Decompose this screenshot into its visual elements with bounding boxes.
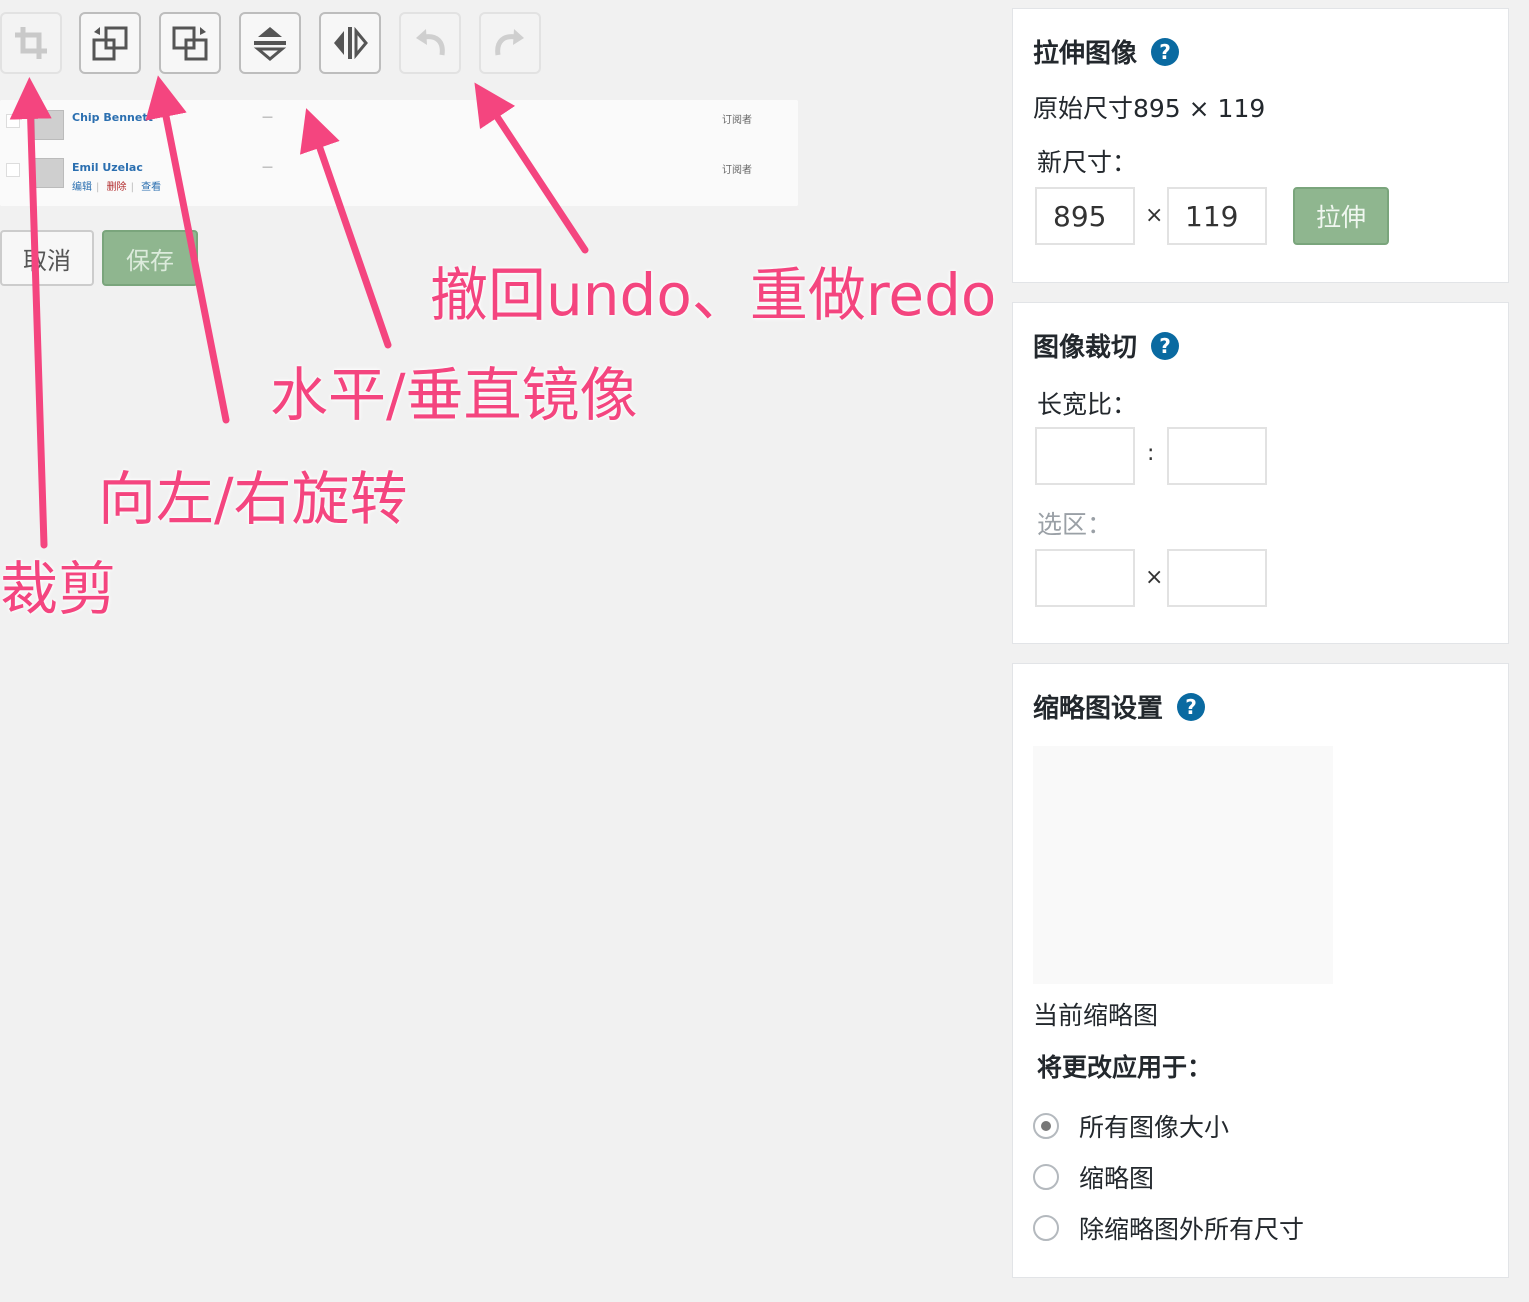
rotate-left-button[interactable] xyxy=(79,12,141,74)
radio-all-except-thumbnail[interactable]: 除缩略图外所有尺寸 xyxy=(1033,1210,1304,1246)
rotate-left-icon xyxy=(92,26,128,61)
panel-title: 图像裁切 ? xyxy=(1033,327,1180,364)
current-thumbnail xyxy=(1033,746,1333,984)
flip-vertical-icon xyxy=(253,27,287,61)
times-separator: × xyxy=(1145,565,1164,590)
flip-horizontal-button[interactable] xyxy=(319,12,381,74)
user-role: 订阅者 xyxy=(722,115,752,126)
selection-width-input[interactable] xyxy=(1035,549,1135,607)
selection-label: 选区： xyxy=(1037,510,1113,539)
preview-row: Emil Uzelac — 订阅者 编辑 | 删除 | 查看 xyxy=(0,158,798,198)
cancel-button[interactable]: 取消 xyxy=(0,230,94,286)
user-dash: — xyxy=(262,110,273,123)
annotation-rotate: 向左/右旋转 xyxy=(98,465,408,533)
row-actions: 编辑 | 删除 | 查看 xyxy=(72,178,165,193)
user-dash: — xyxy=(262,160,273,173)
scale-button[interactable]: 拉伸 xyxy=(1293,187,1389,245)
thumbnail-settings-panel: 缩略图设置 ? 当前缩略图 将更改应用于： 所有图像大小 缩略图 除缩略图外所有… xyxy=(1012,663,1509,1278)
scale-image-panel: 拉伸图像 ? 原始尺寸895 × 119 新尺寸： 895 × 119 拉伸 xyxy=(1012,8,1509,283)
edit-link: 编辑 xyxy=(72,182,92,193)
crop-icon xyxy=(15,27,47,59)
apply-to-label: 将更改应用于： xyxy=(1037,1053,1213,1082)
annotation-crop: 裁剪 xyxy=(0,555,117,623)
panel-title: 拉伸图像 ? xyxy=(1033,33,1180,70)
panel-title: 缩略图设置 ? xyxy=(1033,688,1206,725)
aspect-ratio-label: 长宽比： xyxy=(1037,390,1138,419)
current-thumbnail-label: 当前缩略图 xyxy=(1033,1001,1159,1030)
aspect-ratio-width-input[interactable] xyxy=(1035,427,1135,485)
image-crop-panel: 图像裁切 ? 长宽比： : 选区： × xyxy=(1012,302,1509,644)
radio-label: 除缩略图外所有尺寸 xyxy=(1079,1215,1305,1244)
undo-icon xyxy=(416,29,445,56)
preview-row: Chip Bennett — 订阅者 xyxy=(0,108,798,148)
radio-label: 所有图像大小 xyxy=(1079,1113,1230,1142)
ratio-separator: : xyxy=(1147,441,1155,466)
aspect-ratio-height-input[interactable] xyxy=(1167,427,1267,485)
annotation-mirror: 水平/垂直镜像 xyxy=(270,361,638,429)
radio-button[interactable] xyxy=(1033,1164,1059,1190)
flip-horizontal-icon xyxy=(334,26,368,60)
radio-label: 缩略图 xyxy=(1079,1164,1155,1193)
user-name: Chip Bennett xyxy=(72,111,153,124)
radio-button[interactable] xyxy=(1033,1215,1059,1241)
row-checkbox xyxy=(6,163,20,177)
new-size-label: 新尺寸： xyxy=(1037,148,1138,177)
undo-button[interactable] xyxy=(399,12,461,74)
help-icon[interactable]: ? xyxy=(1151,331,1180,360)
avatar xyxy=(34,158,64,188)
redo-icon xyxy=(495,29,524,56)
help-icon[interactable]: ? xyxy=(1151,37,1180,66)
scale-width-input[interactable]: 895 xyxy=(1035,187,1135,245)
radio-button[interactable] xyxy=(1033,1113,1059,1139)
rotate-right-icon xyxy=(172,26,208,61)
help-icon[interactable]: ? xyxy=(1177,692,1206,721)
image-preview: Chip Bennett — 订阅者 Emil Uzelac — 订阅者 编辑 |… xyxy=(0,100,798,206)
rotate-right-button[interactable] xyxy=(159,12,221,74)
scale-title: 拉伸图像 xyxy=(1033,39,1138,69)
save-button[interactable]: 保存 xyxy=(102,230,198,286)
scale-height-input[interactable]: 119 xyxy=(1167,187,1267,245)
user-name: Emil Uzelac xyxy=(72,161,143,174)
redo-button[interactable] xyxy=(479,12,541,74)
flip-vertical-button[interactable] xyxy=(239,12,301,74)
view-link: 查看 xyxy=(141,182,162,193)
selection-height-input[interactable] xyxy=(1167,549,1267,607)
separator: | xyxy=(96,182,100,193)
annotation-undo-redo: 撤回undo、重做redo xyxy=(430,261,997,329)
original-size: 原始尺寸895 × 119 xyxy=(1033,94,1266,123)
thumb-title: 缩略图设置 xyxy=(1033,694,1164,724)
delete-link: 删除 xyxy=(106,182,127,193)
row-checkbox xyxy=(6,114,20,128)
crop-button[interactable] xyxy=(0,12,62,74)
user-role: 订阅者 xyxy=(722,165,752,176)
separator: | xyxy=(130,182,134,193)
crop-title: 图像裁切 xyxy=(1033,333,1138,363)
radio-all-sizes[interactable]: 所有图像大小 xyxy=(1033,1108,1229,1144)
times-separator: × xyxy=(1145,203,1164,228)
avatar xyxy=(34,110,64,140)
radio-thumbnail[interactable]: 缩略图 xyxy=(1033,1159,1154,1195)
